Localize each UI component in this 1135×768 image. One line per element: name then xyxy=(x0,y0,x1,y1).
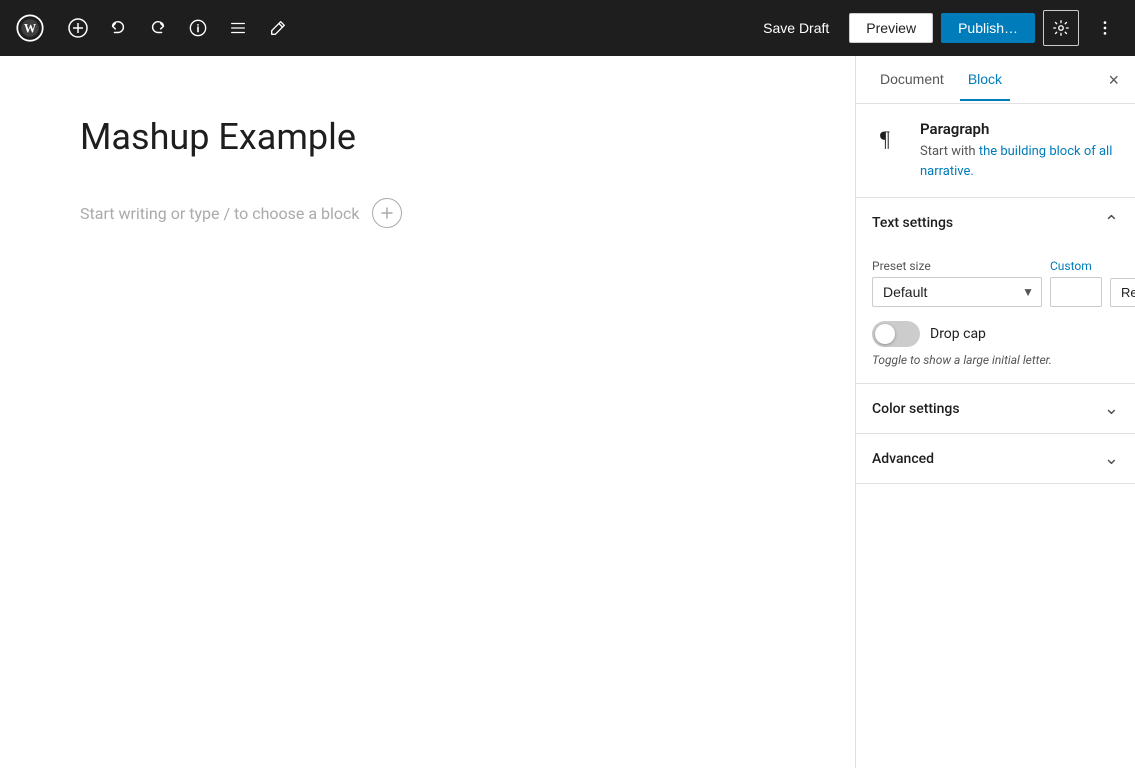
custom-label: Custom xyxy=(1050,259,1102,273)
sidebar-header: Document Block × xyxy=(856,56,1135,104)
add-block-inline-button[interactable] xyxy=(372,198,402,228)
preset-size-select-wrap: Default ▼ xyxy=(872,277,1042,307)
block-description: Start with the building block of all nar… xyxy=(920,142,1119,181)
preset-size-select[interactable]: Default xyxy=(872,277,1042,307)
color-settings-chevron-down-icon: ⌄ xyxy=(1104,398,1119,419)
advanced-chevron-down-icon: ⌄ xyxy=(1104,448,1119,469)
drop-cap-label: Drop cap xyxy=(930,326,986,342)
text-settings-header[interactable]: Text settings ⌃ xyxy=(856,198,1135,247)
toolbar: W Save Draft Preview Publish… xyxy=(0,0,1135,56)
color-settings-title: Color settings xyxy=(872,401,960,417)
advanced-section: Advanced ⌄ xyxy=(856,434,1135,484)
block-navigation-button[interactable] xyxy=(220,10,256,46)
settings-button[interactable] xyxy=(1043,10,1079,46)
toolbar-right: Save Draft Preview Publish… xyxy=(751,10,1123,46)
tab-document[interactable]: Document xyxy=(872,59,952,101)
more-options-button[interactable] xyxy=(1087,10,1123,46)
wp-logo: W xyxy=(12,10,48,46)
save-draft-button[interactable]: Save Draft xyxy=(751,14,841,42)
text-settings-chevron-up-icon: ⌃ xyxy=(1104,212,1119,233)
add-block-button[interactable] xyxy=(60,10,96,46)
svg-text:W: W xyxy=(24,21,37,35)
placeholder-text: Start writing or type / to choose a bloc… xyxy=(80,204,360,223)
drop-cap-toggle[interactable] xyxy=(872,321,920,347)
tab-block[interactable]: Block xyxy=(960,59,1010,101)
block-info: ¶ Paragraph Start with the building bloc… xyxy=(856,104,1135,198)
block-description-link[interactable]: the building block of all narrative. xyxy=(920,144,1112,179)
edit-button[interactable] xyxy=(260,10,296,46)
preview-button[interactable]: Preview xyxy=(849,13,933,43)
undo-button[interactable] xyxy=(100,10,136,46)
redo-button[interactable] xyxy=(140,10,176,46)
info-button[interactable] xyxy=(180,10,216,46)
main-area: Mashup Example Start writing or type / t… xyxy=(0,56,1135,768)
paragraph-icon: ¶ xyxy=(872,120,908,156)
svg-text:¶: ¶ xyxy=(880,126,890,150)
sidebar-close-button[interactable]: × xyxy=(1108,71,1119,89)
color-settings-header[interactable]: Color settings ⌄ xyxy=(856,384,1135,433)
reset-button[interactable]: Reset xyxy=(1110,278,1135,307)
preset-size-label: Preset size xyxy=(872,259,1042,273)
advanced-title: Advanced xyxy=(872,451,934,467)
toggle-knob xyxy=(875,324,895,344)
block-info-text: Paragraph Start with the building block … xyxy=(920,120,1119,181)
drop-cap-row: Drop cap xyxy=(872,321,1119,347)
font-size-row: Preset size Default ▼ Custom Reset xyxy=(872,259,1119,307)
slash-command-link[interactable]: / to choose a block xyxy=(223,204,359,223)
block-title: Paragraph xyxy=(920,120,1119,138)
text-settings-section: Text settings ⌃ Preset size Default ▼ xyxy=(856,198,1135,384)
publish-button[interactable]: Publish… xyxy=(941,13,1035,43)
text-settings-content: Preset size Default ▼ Custom Reset xyxy=(856,259,1135,383)
color-settings-section: Color settings ⌄ xyxy=(856,384,1135,434)
editor-area[interactable]: Mashup Example Start writing or type / t… xyxy=(0,56,855,768)
sidebar: Document Block × ¶ Paragraph Start with … xyxy=(855,56,1135,768)
custom-size-group: Custom xyxy=(1050,259,1102,307)
block-placeholder[interactable]: Start writing or type / to choose a bloc… xyxy=(80,198,775,228)
text-settings-title: Text settings xyxy=(872,215,953,231)
preset-size-group: Preset size Default ▼ xyxy=(872,259,1042,307)
post-title[interactable]: Mashup Example xyxy=(80,116,775,158)
advanced-header[interactable]: Advanced ⌄ xyxy=(856,434,1135,483)
custom-size-input[interactable] xyxy=(1050,277,1102,307)
drop-cap-hint: Toggle to show a large initial letter. xyxy=(872,353,1119,367)
